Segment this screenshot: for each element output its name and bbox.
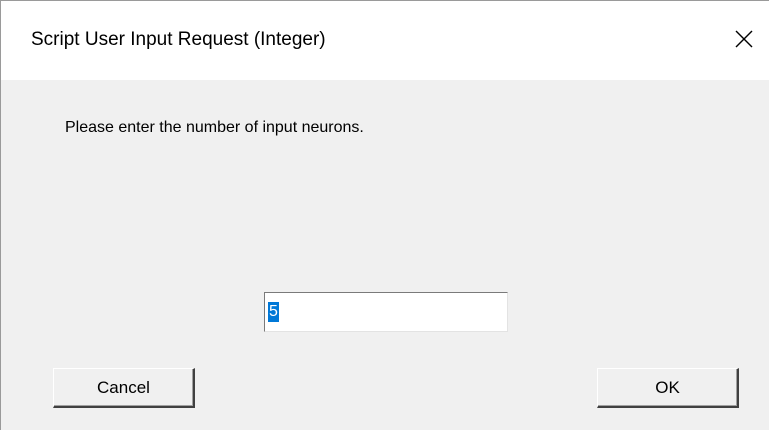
close-button[interactable] xyxy=(719,18,769,60)
prompt-text: Please enter the number of input neurons… xyxy=(65,119,364,136)
integer-input[interactable]: 5 xyxy=(264,292,508,332)
ok-button-label: OK xyxy=(655,377,680,397)
title-bar[interactable]: Script User Input Request (Integer) xyxy=(1,1,769,80)
dialog-body: Please enter the number of input neurons… xyxy=(1,80,769,430)
input-value: 5 xyxy=(268,302,279,322)
dialog-window: Script User Input Request (Integer) Plea… xyxy=(0,0,769,430)
close-icon xyxy=(735,30,753,48)
ok-button[interactable]: OK xyxy=(597,368,739,408)
cancel-button[interactable]: Cancel xyxy=(53,368,195,408)
window-title: Script User Input Request (Integer) xyxy=(31,29,326,50)
cancel-button-label: Cancel xyxy=(97,377,150,397)
